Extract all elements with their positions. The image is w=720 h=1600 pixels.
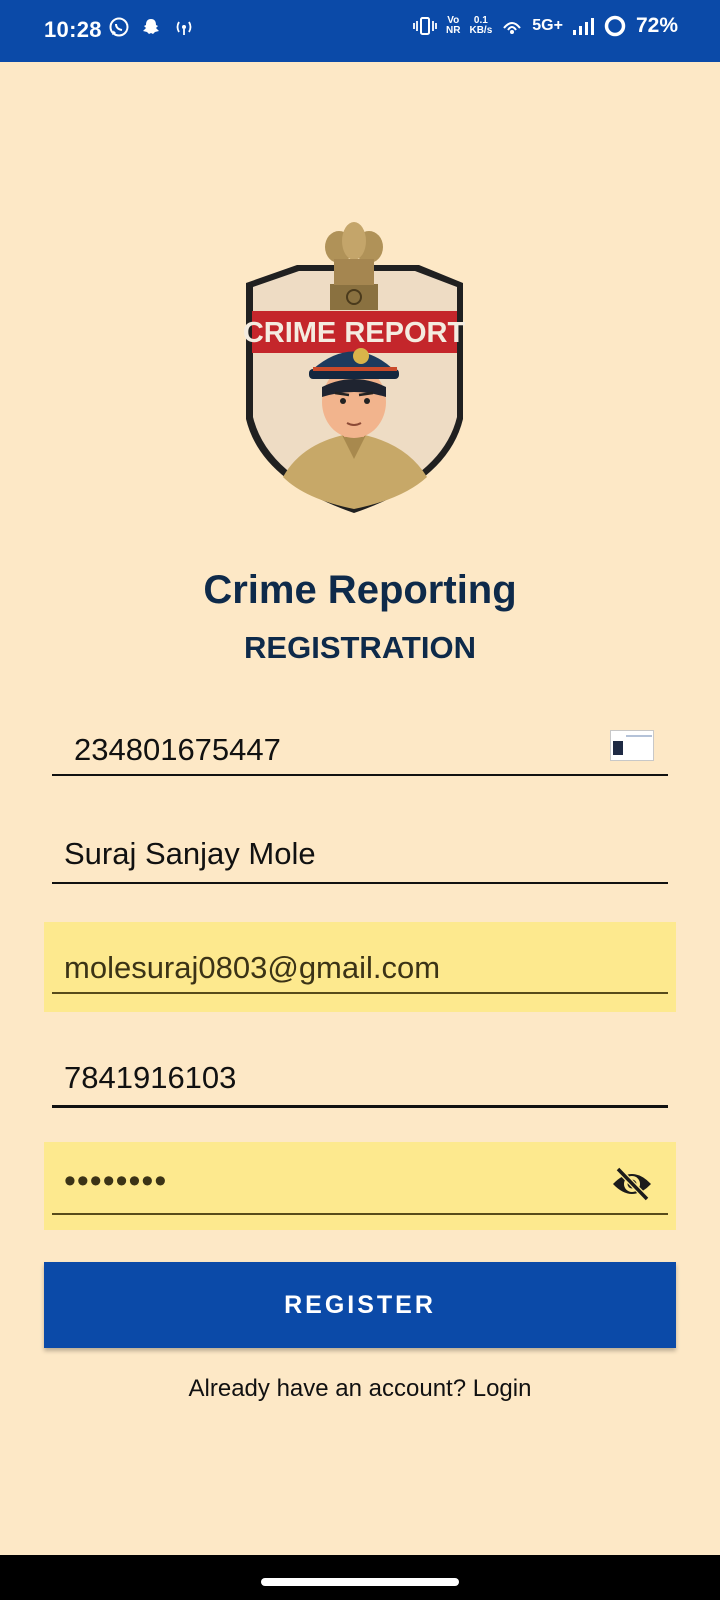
status-bar: 10:28 Vo NR 0.1 KB/s 5G+ 72%: [0, 0, 720, 62]
hotspot-icon: [176, 21, 192, 35]
signal-icon: [572, 18, 594, 35]
full-name-field[interactable]: Suraj Sanjay Mole: [44, 812, 676, 900]
network-speed: 0.1 KB/s: [469, 15, 493, 36]
phone-field[interactable]: 7841916103: [44, 1032, 676, 1120]
status-right: Vo NR 0.1 KB/s 5G+ 72%: [413, 14, 678, 38]
status-left-icons: [108, 16, 196, 38]
phone-underline: [52, 1105, 668, 1108]
full-name-value: Suraj Sanjay Mole: [64, 836, 316, 871]
image-thumbnail-icon[interactable]: [610, 730, 654, 761]
phone-value: 7841916103: [64, 1060, 237, 1095]
volte-indicator: Vo NR: [446, 15, 461, 36]
register-button[interactable]: REGISTER: [44, 1262, 676, 1348]
navigation-bar: [0, 1555, 720, 1600]
snapchat-icon: [143, 19, 159, 34]
password-underline: [52, 1213, 668, 1215]
crime-report-logo: CRIME REPORT: [243, 222, 465, 513]
logo-banner-text: CRIME REPORT: [243, 317, 465, 349]
app-title: Crime Reporting: [203, 568, 517, 612]
id-number-underline: [52, 774, 668, 776]
email-value: molesuraj0803@gmail.com: [64, 950, 441, 985]
id-number-value: 234801675447: [74, 732, 281, 767]
vibrate-icon: [413, 17, 437, 35]
email-underline: [52, 992, 668, 994]
password-value: ••••••••: [64, 1162, 168, 1200]
page-subtitle: REGISTRATION: [244, 630, 476, 665]
visibility-off-icon[interactable]: [610, 1166, 654, 1202]
password-field[interactable]: ••••••••: [44, 1142, 676, 1230]
login-link[interactable]: Already have an account? Login: [0, 1375, 720, 1403]
id-number-field[interactable]: 234801675447: [44, 700, 676, 788]
email-field[interactable]: molesuraj0803@gmail.com: [44, 922, 676, 1012]
status-time: 10:28: [44, 17, 102, 42]
battery-percentage: 72%: [635, 14, 678, 37]
wifi-calling-icon: [503, 22, 522, 34]
home-gesture-pill[interactable]: [261, 1578, 459, 1586]
network-type: 5G+: [532, 17, 563, 34]
battery-icon: [604, 15, 626, 37]
whatsapp-icon: [109, 17, 129, 37]
full-name-underline: [52, 882, 668, 884]
